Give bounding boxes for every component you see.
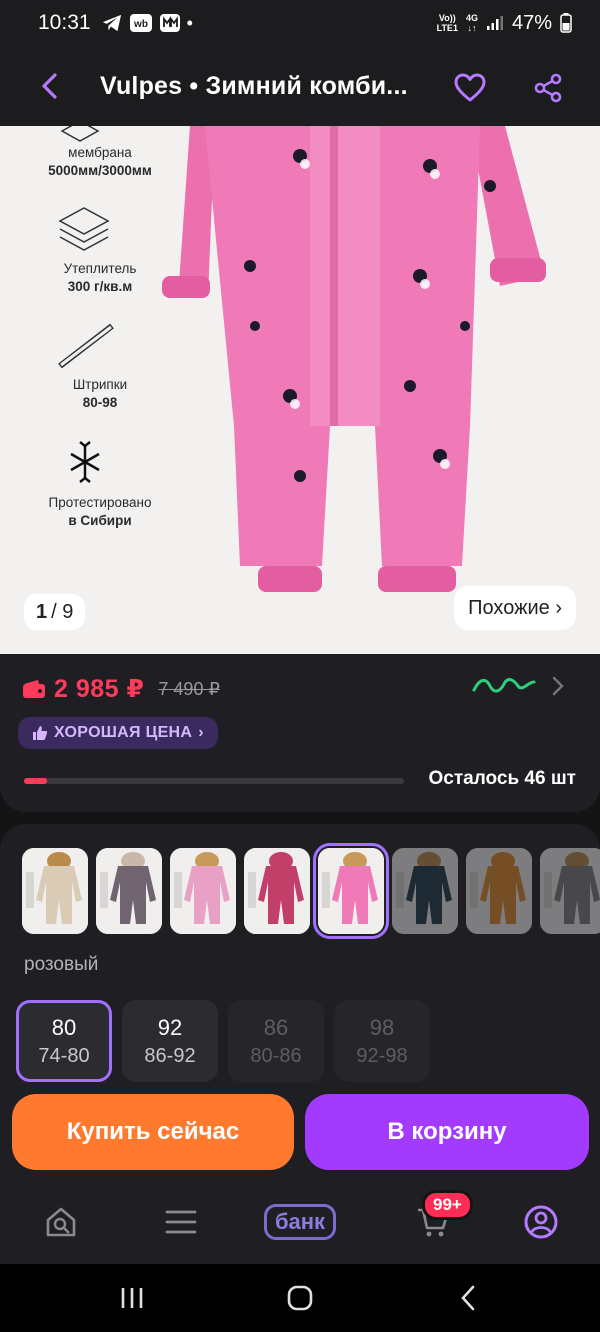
status-bar: 10:31 wb • Vo)) LTE1 4G ↓↑ 47% [0,0,600,46]
back-button[interactable] [0,46,100,126]
nav-profile[interactable] [516,1194,566,1250]
page-title: Vulpes • Зимний комби... [100,71,408,100]
nav-home[interactable] [36,1194,86,1250]
good-price-badge[interactable]: ХОРОШАЯ ЦЕНА › [18,717,218,749]
color-variant-thumb[interactable] [540,848,600,934]
price-history-button[interactable] [472,676,564,696]
similar-products-button[interactable]: Похожие › [454,586,576,630]
nav-cart[interactable]: 99+ [398,1190,473,1250]
size-option-80[interactable]: 80 74-80 [16,1000,112,1082]
selected-color-name: розовый [24,954,99,975]
buy-now-button[interactable]: Купить сейчас [12,1094,294,1170]
color-variant-thumb[interactable] [392,848,458,934]
telegram-icon [101,13,123,33]
system-back-button[interactable] [438,1278,498,1318]
color-variants [22,843,600,939]
size-option-98[interactable]: 98 92-98 [334,1000,430,1082]
image-counter: 1/ 9 [24,594,86,630]
price-section: 2 985 ₽ 7 490 ₽ ХОРОШАЯ ЦЕНА › Осталось … [0,654,600,812]
stock-remaining: Осталось 46 шт [428,768,576,789]
share-button[interactable] [526,66,570,110]
signal-icon [486,15,504,31]
favorite-button[interactable] [448,66,492,110]
volte-indicator: Vo)) LTE1 [436,13,458,33]
home-button[interactable] [270,1278,330,1318]
heart-icon [454,73,486,102]
mm-icon [159,13,181,33]
size-option-86[interactable]: 86 80-86 [228,1000,324,1082]
color-variant-thumb[interactable] [22,848,88,934]
feature-insulation: Утеплитель 300 г/кв.м [63,261,137,294]
back-chevron-icon [461,1285,475,1311]
svg-text:wb: wb [133,19,148,30]
data-type-indicator: 4G ↓↑ [465,13,478,33]
home-circle-icon [287,1285,313,1311]
color-variant-thumb[interactable] [313,843,389,939]
battery-percent: 47% [511,11,552,34]
recents-icon [121,1288,143,1308]
stock-progress-fill [24,778,47,784]
price-trend-icon [472,678,536,693]
feature-tested: Протестировано в Сибири [48,495,152,528]
current-price: 2 985 ₽ [54,675,145,703]
chevron-left-icon [42,73,57,99]
thumbs-up-icon [33,726,48,740]
size-option-92[interactable]: 92 86-92 [122,1000,218,1082]
share-icon [534,73,562,103]
feature-membrane: мембрана 5000мм/3000мм [48,145,152,178]
wb-icon: wb [129,13,153,33]
add-to-cart-button[interactable]: В корзину [305,1094,589,1170]
recent-apps-button[interactable] [102,1278,162,1318]
home-search-icon [46,1207,76,1237]
nav-bank[interactable]: банк [260,1194,340,1250]
system-navigation-bar [0,1264,600,1332]
wallet-icon [23,680,45,698]
product-gallery[interactable]: мембрана 5000мм/3000мм Утеплитель 300 г/… [0,126,600,654]
menu-icon [165,1210,197,1234]
feature-straps: Штрипки 80-98 [72,377,128,410]
nav-catalog[interactable] [156,1194,206,1250]
chevron-right-icon [552,676,564,696]
size-selector: 80 74-80 92 86-92 86 80-86 98 92-98 [16,1000,430,1082]
profile-icon [524,1205,558,1239]
old-price: 7 490 ₽ [158,678,220,699]
status-dot: • [186,12,193,33]
color-variant-thumb[interactable] [96,848,162,934]
cart-count-badge: 99+ [422,1190,473,1220]
color-variant-thumb[interactable] [244,848,310,934]
color-variant-thumb[interactable] [466,848,532,934]
product-header: Vulpes • Зимний комби... [0,46,600,126]
color-variant-thumb[interactable] [170,848,236,934]
bottom-navigation: банк 99+ [0,1180,600,1264]
battery-icon [560,13,572,33]
bank-label: банк [263,1204,337,1240]
notification-icons: wb • [101,13,193,34]
status-time: 10:31 [38,11,91,34]
stock-progress-bar [24,778,404,784]
